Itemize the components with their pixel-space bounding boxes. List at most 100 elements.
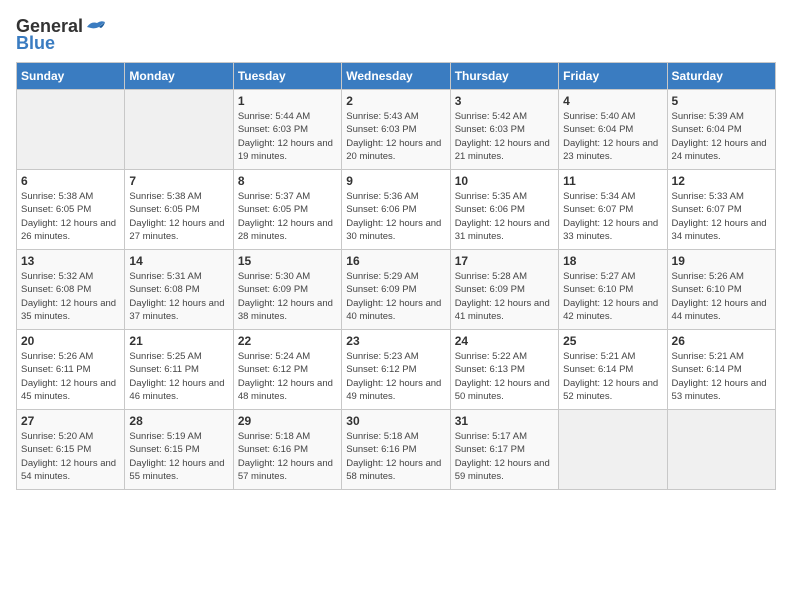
logo-blue: Blue: [16, 33, 55, 54]
daylight: Daylight: 12 hours and 55 minutes.: [129, 458, 224, 482]
daylight: Daylight: 12 hours and 33 minutes.: [563, 218, 658, 242]
sunset: Sunset: 6:14 PM: [672, 364, 742, 375]
sunrise: Sunrise: 5:23 AM: [346, 351, 418, 362]
calendar-cell: [125, 90, 233, 170]
calendar-cell: 3 Sunrise: 5:42 AM Sunset: 6:03 PM Dayli…: [450, 90, 558, 170]
cell-info: Sunrise: 5:40 AM Sunset: 6:04 PM Dayligh…: [563, 110, 662, 163]
sunrise: Sunrise: 5:38 AM: [21, 191, 93, 202]
day-number: 3: [455, 94, 554, 108]
daylight: Daylight: 12 hours and 50 minutes.: [455, 378, 550, 402]
day-number: 28: [129, 414, 228, 428]
daylight: Daylight: 12 hours and 20 minutes.: [346, 138, 441, 162]
sunset: Sunset: 6:16 PM: [238, 444, 308, 455]
calendar-cell: 13 Sunrise: 5:32 AM Sunset: 6:08 PM Dayl…: [17, 250, 125, 330]
day-number: 27: [21, 414, 120, 428]
daylight: Daylight: 12 hours and 40 minutes.: [346, 298, 441, 322]
sunset: Sunset: 6:10 PM: [563, 284, 633, 295]
day-number: 13: [21, 254, 120, 268]
sunset: Sunset: 6:07 PM: [563, 204, 633, 215]
daylight: Daylight: 12 hours and 49 minutes.: [346, 378, 441, 402]
weekday-header-thursday: Thursday: [450, 63, 558, 90]
cell-info: Sunrise: 5:38 AM Sunset: 6:05 PM Dayligh…: [129, 190, 228, 243]
day-number: 30: [346, 414, 445, 428]
sunset: Sunset: 6:03 PM: [455, 124, 525, 135]
sunset: Sunset: 6:05 PM: [21, 204, 91, 215]
day-number: 17: [455, 254, 554, 268]
cell-info: Sunrise: 5:30 AM Sunset: 6:09 PM Dayligh…: [238, 270, 337, 323]
cell-info: Sunrise: 5:20 AM Sunset: 6:15 PM Dayligh…: [21, 430, 120, 483]
cell-info: Sunrise: 5:24 AM Sunset: 6:12 PM Dayligh…: [238, 350, 337, 403]
sunset: Sunset: 6:15 PM: [129, 444, 199, 455]
sunrise: Sunrise: 5:25 AM: [129, 351, 201, 362]
daylight: Daylight: 12 hours and 26 minutes.: [21, 218, 116, 242]
day-number: 20: [21, 334, 120, 348]
day-number: 21: [129, 334, 228, 348]
cell-info: Sunrise: 5:17 AM Sunset: 6:17 PM Dayligh…: [455, 430, 554, 483]
sunset: Sunset: 6:05 PM: [129, 204, 199, 215]
sunset: Sunset: 6:04 PM: [563, 124, 633, 135]
day-number: 2: [346, 94, 445, 108]
cell-info: Sunrise: 5:22 AM Sunset: 6:13 PM Dayligh…: [455, 350, 554, 403]
daylight: Daylight: 12 hours and 30 minutes.: [346, 218, 441, 242]
sunrise: Sunrise: 5:28 AM: [455, 271, 527, 282]
day-number: 31: [455, 414, 554, 428]
sunrise: Sunrise: 5:18 AM: [238, 431, 310, 442]
sunrise: Sunrise: 5:44 AM: [238, 111, 310, 122]
calendar-cell: 14 Sunrise: 5:31 AM Sunset: 6:08 PM Dayl…: [125, 250, 233, 330]
sunrise: Sunrise: 5:19 AM: [129, 431, 201, 442]
calendar-cell: 5 Sunrise: 5:39 AM Sunset: 6:04 PM Dayli…: [667, 90, 775, 170]
calendar-week-0: 1 Sunrise: 5:44 AM Sunset: 6:03 PM Dayli…: [17, 90, 776, 170]
calendar-cell: [667, 410, 775, 490]
sunrise: Sunrise: 5:21 AM: [563, 351, 635, 362]
calendar-cell: 4 Sunrise: 5:40 AM Sunset: 6:04 PM Dayli…: [559, 90, 667, 170]
daylight: Daylight: 12 hours and 37 minutes.: [129, 298, 224, 322]
sunrise: Sunrise: 5:30 AM: [238, 271, 310, 282]
sunset: Sunset: 6:05 PM: [238, 204, 308, 215]
calendar-cell: 7 Sunrise: 5:38 AM Sunset: 6:05 PM Dayli…: [125, 170, 233, 250]
sunrise: Sunrise: 5:33 AM: [672, 191, 744, 202]
day-number: 15: [238, 254, 337, 268]
sunset: Sunset: 6:06 PM: [455, 204, 525, 215]
sunrise: Sunrise: 5:37 AM: [238, 191, 310, 202]
calendar-cell: 24 Sunrise: 5:22 AM Sunset: 6:13 PM Dayl…: [450, 330, 558, 410]
sunset: Sunset: 6:15 PM: [21, 444, 91, 455]
calendar-body: 1 Sunrise: 5:44 AM Sunset: 6:03 PM Dayli…: [17, 90, 776, 490]
sunset: Sunset: 6:09 PM: [346, 284, 416, 295]
calendar-cell: 28 Sunrise: 5:19 AM Sunset: 6:15 PM Dayl…: [125, 410, 233, 490]
day-number: 8: [238, 174, 337, 188]
header-row: SundayMondayTuesdayWednesdayThursdayFrid…: [17, 63, 776, 90]
sunrise: Sunrise: 5:35 AM: [455, 191, 527, 202]
calendar-cell: 30 Sunrise: 5:18 AM Sunset: 6:16 PM Dayl…: [342, 410, 450, 490]
cell-info: Sunrise: 5:28 AM Sunset: 6:09 PM Dayligh…: [455, 270, 554, 323]
cell-info: Sunrise: 5:27 AM Sunset: 6:10 PM Dayligh…: [563, 270, 662, 323]
sunset: Sunset: 6:12 PM: [346, 364, 416, 375]
daylight: Daylight: 12 hours and 35 minutes.: [21, 298, 116, 322]
daylight: Daylight: 12 hours and 41 minutes.: [455, 298, 550, 322]
calendar-week-4: 27 Sunrise: 5:20 AM Sunset: 6:15 PM Dayl…: [17, 410, 776, 490]
day-number: 25: [563, 334, 662, 348]
sunrise: Sunrise: 5:38 AM: [129, 191, 201, 202]
day-number: 10: [455, 174, 554, 188]
daylight: Daylight: 12 hours and 59 minutes.: [455, 458, 550, 482]
sunset: Sunset: 6:12 PM: [238, 364, 308, 375]
calendar-cell: 12 Sunrise: 5:33 AM Sunset: 6:07 PM Dayl…: [667, 170, 775, 250]
day-number: 1: [238, 94, 337, 108]
daylight: Daylight: 12 hours and 27 minutes.: [129, 218, 224, 242]
sunset: Sunset: 6:11 PM: [129, 364, 199, 375]
calendar-week-1: 6 Sunrise: 5:38 AM Sunset: 6:05 PM Dayli…: [17, 170, 776, 250]
calendar-cell: 18 Sunrise: 5:27 AM Sunset: 6:10 PM Dayl…: [559, 250, 667, 330]
sunrise: Sunrise: 5:40 AM: [563, 111, 635, 122]
weekday-header-monday: Monday: [125, 63, 233, 90]
cell-info: Sunrise: 5:21 AM Sunset: 6:14 PM Dayligh…: [672, 350, 771, 403]
calendar-cell: [559, 410, 667, 490]
cell-info: Sunrise: 5:36 AM Sunset: 6:06 PM Dayligh…: [346, 190, 445, 243]
calendar-cell: 9 Sunrise: 5:36 AM Sunset: 6:06 PM Dayli…: [342, 170, 450, 250]
calendar-cell: 19 Sunrise: 5:26 AM Sunset: 6:10 PM Dayl…: [667, 250, 775, 330]
logo: General Blue: [16, 16, 107, 54]
calendar-cell: 27 Sunrise: 5:20 AM Sunset: 6:15 PM Dayl…: [17, 410, 125, 490]
cell-info: Sunrise: 5:33 AM Sunset: 6:07 PM Dayligh…: [672, 190, 771, 243]
cell-info: Sunrise: 5:26 AM Sunset: 6:11 PM Dayligh…: [21, 350, 120, 403]
sunrise: Sunrise: 5:39 AM: [672, 111, 744, 122]
sunset: Sunset: 6:10 PM: [672, 284, 742, 295]
cell-info: Sunrise: 5:38 AM Sunset: 6:05 PM Dayligh…: [21, 190, 120, 243]
